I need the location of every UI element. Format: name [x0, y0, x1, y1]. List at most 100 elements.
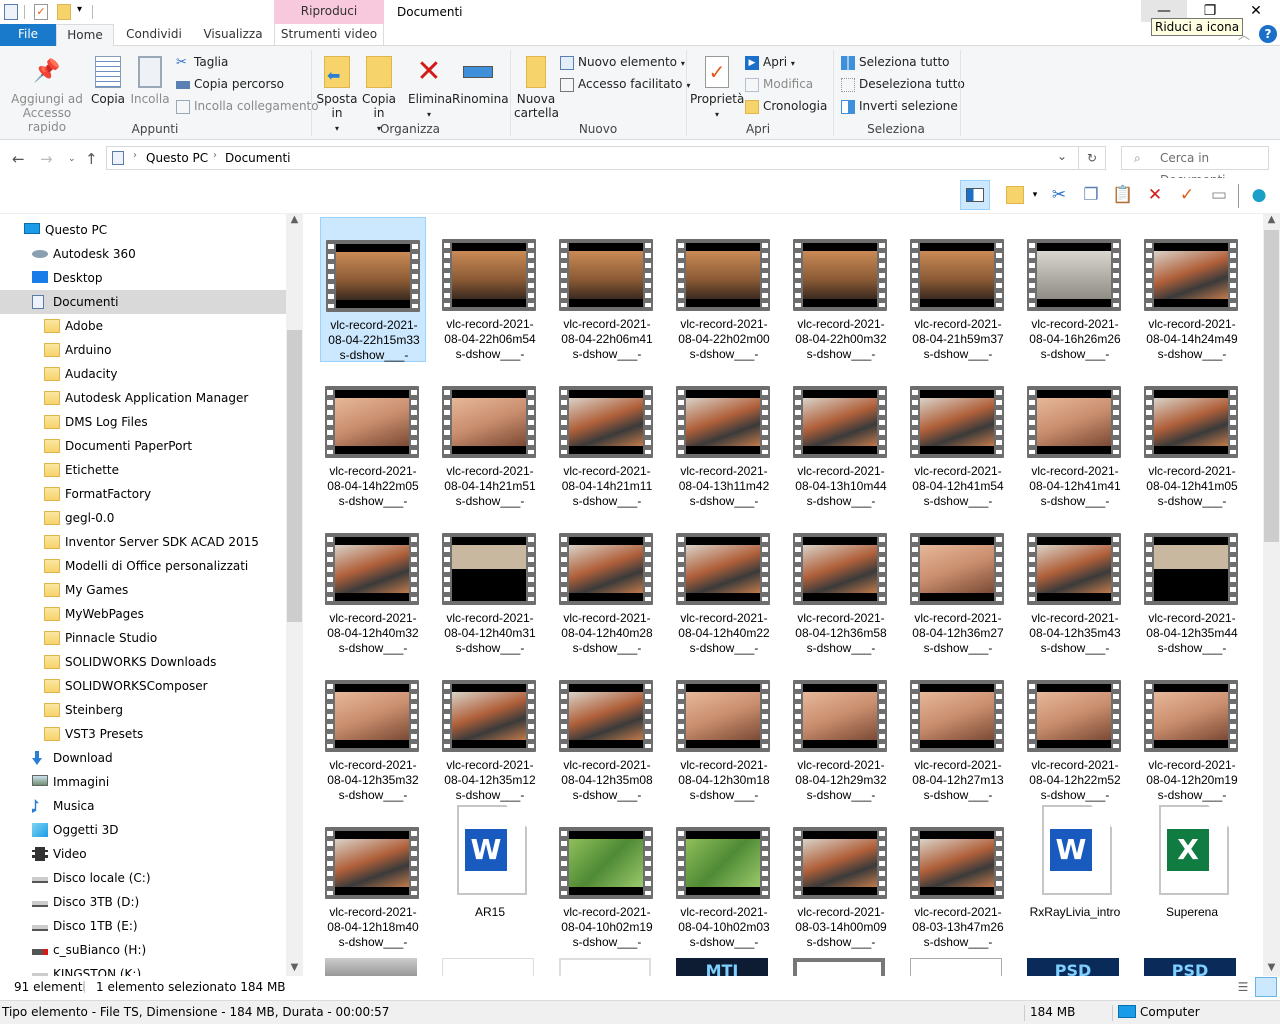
- file-list-scrollbar-thumb[interactable]: [1264, 230, 1279, 542]
- properties-button[interactable]: ✓ Proprietà ▾: [690, 56, 744, 122]
- tab-file[interactable]: File: [0, 24, 56, 46]
- nav-item[interactable]: c_suBianco (H:): [0, 938, 286, 962]
- tab-view[interactable]: Visualizza: [196, 24, 270, 46]
- nav-item[interactable]: SOLIDWORKS Downloads: [0, 650, 286, 674]
- nav-item[interactable]: DMS Log Files: [0, 410, 286, 434]
- paste-icon[interactable]: 📋: [1110, 182, 1136, 208]
- paste-shortcut-button[interactable]: Incolla collegamento: [176, 96, 319, 116]
- tab-home[interactable]: Home: [56, 24, 114, 47]
- tab-share[interactable]: Condividi: [116, 24, 192, 46]
- file-item[interactable]: vlc-record-2021- 08-04-14h21m11 s-dshow___…: [554, 364, 660, 509]
- back-arrow-icon[interactable]: ←: [12, 150, 25, 168]
- copy-icon[interactable]: ❐: [1078, 182, 1104, 208]
- select-none-button[interactable]: Deseleziona tutto: [841, 74, 965, 94]
- help-icon[interactable]: ?: [1259, 25, 1277, 43]
- nav-item[interactable]: Steinberg: [0, 698, 286, 722]
- tab-video-tools[interactable]: Strumenti video: [274, 24, 384, 46]
- file-item[interactable]: vlc-record-2021- 08-04-12h40m32 s-dshow___…: [320, 511, 426, 656]
- nav-item[interactable]: Documenti PaperPort: [0, 434, 286, 458]
- file-item[interactable]: vlc-record-2021- 08-04-22h06m54 s-dshow___…: [437, 217, 543, 362]
- nav-item[interactable]: gegl-0.0: [0, 506, 286, 530]
- text-file-icon[interactable]: [559, 958, 651, 976]
- nav-item[interactable]: My Games: [0, 578, 286, 602]
- mti-file-icon[interactable]: MTI: [676, 958, 768, 976]
- file-item[interactable]: vlc-record-2021- 08-04-13h11m42 s-dshow___…: [671, 364, 777, 509]
- preview-pane-button[interactable]: [960, 180, 990, 210]
- file-item[interactable]: vlc-record-2021- 08-04-12h41m54 s-dshow___…: [905, 364, 1011, 509]
- file-item[interactable]: vlc-record-2021- 08-04-12h41m05 s-dshow___…: [1139, 364, 1245, 509]
- scroll-down-arrow-icon[interactable]: ▼: [286, 962, 303, 973]
- breadcrumb-documenti[interactable]: Documenti: [225, 151, 291, 165]
- nav-item[interactable]: FormatFactory: [0, 482, 286, 506]
- open-shell-icon[interactable]: ●: [1246, 182, 1272, 208]
- open-button[interactable]: ▶ Apri ▾: [745, 52, 795, 72]
- file-item[interactable]: vlc-record-2021- 08-04-21h59m37 s-dshow___…: [905, 217, 1011, 362]
- new-folder-button[interactable]: Nuova cartella: [514, 56, 559, 120]
- recent-locations-chevron-icon[interactable]: ⌄: [68, 154, 76, 164]
- breadcrumb-questo-pc[interactable]: Questo PC: [146, 151, 208, 165]
- paste-button[interactable]: Incolla: [130, 56, 170, 106]
- nav-item[interactable]: Adobe: [0, 314, 286, 338]
- file-item[interactable]: vlc-record-2021- 08-04-12h41m41 s-dshow___…: [1022, 364, 1128, 509]
- file-item[interactable]: vlc-record-2021- 08-04-22h02m00 s-dshow___…: [671, 217, 777, 362]
- file-item[interactable]: vlc-record-2021- 08-04-12h22m52 s-dshow___…: [1022, 658, 1128, 803]
- address-history-chevron-icon[interactable]: ⌄: [1057, 149, 1067, 163]
- file-item[interactable]: vlc-record-2021- 08-03-13h47m26 s-dshow___…: [905, 805, 1011, 950]
- nav-item[interactable]: Disco 1TB (E:): [0, 914, 286, 938]
- up-arrow-icon[interactable]: ↑: [85, 150, 98, 168]
- file-item[interactable]: vlc-record-2021- 08-04-14h22m05 s-dshow___…: [320, 364, 426, 509]
- customize-quick-access-icon[interactable]: ▾: [77, 4, 82, 15]
- address-bar[interactable]: › Questo PC › Documenti ⌄: [106, 146, 1106, 170]
- file-item[interactable]: vlc-record-2021- 08-04-12h35m43 s-dshow___…: [1022, 511, 1128, 656]
- nav-item[interactable]: Musica: [0, 794, 286, 818]
- nav-item[interactable]: Questo PC: [0, 218, 286, 242]
- nav-item[interactable]: Autodesk 360: [0, 242, 286, 266]
- folder-options-button[interactable]: [1002, 182, 1028, 208]
- file-item[interactable]: vlc-record-2021- 08-04-12h30m18 s-dshow___…: [671, 658, 777, 803]
- copy-path-button[interactable]: Copia percorso: [176, 74, 284, 94]
- search-input[interactable]: ⌕ Cerca in Documenti: [1121, 146, 1269, 187]
- documents-icon[interactable]: [4, 4, 18, 20]
- nav-item[interactable]: Modelli di Office personalizzati: [0, 554, 286, 578]
- nav-item[interactable]: Desktop: [0, 266, 286, 290]
- pin-quick-access-button[interactable]: 📌 Aggiungi ad Accesso rapido: [6, 56, 88, 134]
- nav-item[interactable]: Disco 3TB (D:): [0, 890, 286, 914]
- nav-item[interactable]: KINGSTON (K:): [0, 962, 286, 976]
- file-item[interactable]: vlc-record-2021- 08-04-22h06m41 s-dshow___…: [554, 217, 660, 362]
- file-item[interactable]: vlc-record-2021- 08-04-12h40m31 s-dshow___…: [437, 511, 543, 656]
- delete-button[interactable]: ✕ Elimina ▾: [408, 56, 452, 122]
- rename-button[interactable]: Rinomina: [452, 56, 509, 106]
- file-item[interactable]: vlc-record-2021- 08-04-10h02m19 s-dshow___…: [554, 805, 660, 950]
- file-item[interactable]: vlc-record-2021- 08-04-12h35m44 s-dshow___…: [1139, 511, 1245, 656]
- select-all-button[interactable]: Seleziona tutto: [841, 52, 950, 72]
- file-item[interactable]: vlc-record-2021- 08-04-12h40m22 s-dshow___…: [671, 511, 777, 656]
- file-item[interactable]: W RxRayLivia_intro: [1022, 805, 1128, 950]
- file-item[interactable]: vlc-record-2021- 08-04-12h36m27 s-dshow___…: [905, 511, 1011, 656]
- nav-item[interactable]: VST3 Presets: [0, 722, 286, 746]
- document-thumbnail[interactable]: [442, 958, 534, 976]
- nav-item[interactable]: Video: [0, 842, 286, 866]
- file-item[interactable]: vlc-record-2021- 08-04-12h18m40 s-dshow___…: [320, 805, 426, 950]
- file-item[interactable]: vlc-record-2021- 08-04-12h35m12 s-dshow___…: [437, 658, 543, 803]
- folder-options-dropdown-icon[interactable]: ▾: [1028, 182, 1042, 208]
- file-item[interactable]: vlc-record-2021- 08-04-14h24m49 s-dshow___…: [1139, 217, 1245, 362]
- invert-selection-button[interactable]: Inverti selezione: [841, 96, 958, 116]
- copy-button[interactable]: Copia: [90, 56, 126, 106]
- cut-icon[interactable]: ✂: [1046, 182, 1072, 208]
- shortcut-file-icon[interactable]: [793, 958, 885, 976]
- nav-item[interactable]: Audacity: [0, 362, 286, 386]
- file-item[interactable]: W AR15: [437, 805, 543, 950]
- refresh-button[interactable]: ↻: [1078, 146, 1106, 170]
- history-button[interactable]: Cronologia: [745, 96, 827, 116]
- nav-item[interactable]: Disco locale (C:): [0, 866, 286, 890]
- nav-item[interactable]: Arduino: [0, 338, 286, 362]
- file-item[interactable]: vlc-record-2021- 08-04-16h26m26 s-dshow___…: [1022, 217, 1128, 362]
- file-item[interactable]: vlc-record-2021- 08-03-14h00m09 s-dshow___…: [788, 805, 894, 950]
- file-item[interactable]: vlc-record-2021- 08-04-22h15m33 s-dshow___…: [320, 217, 426, 362]
- nav-item[interactable]: Etichette: [0, 458, 286, 482]
- nav-item[interactable]: Pinnacle Studio: [0, 626, 286, 650]
- easy-access-button[interactable]: Accesso facilitato ▾: [560, 74, 690, 94]
- scroll-up-arrow-icon[interactable]: ▲: [1263, 214, 1280, 225]
- image-thumbnail[interactable]: [325, 958, 417, 976]
- details-view-button[interactable]: ☰: [1234, 978, 1252, 996]
